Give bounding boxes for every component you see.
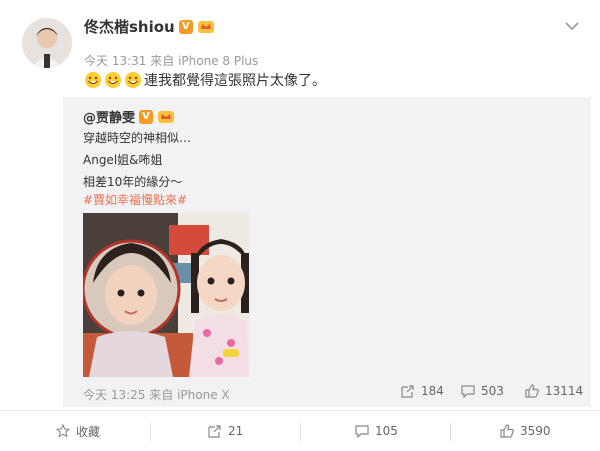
repost-comment-count: 503: [481, 384, 504, 398]
action-bar: 收藏 21 105 3590: [0, 410, 600, 451]
verified-icon: V: [139, 109, 154, 124]
author-name[interactable]: 佟杰楷shiou: [84, 16, 175, 37]
comment-icon: [461, 385, 475, 398]
share-count: 21: [228, 424, 244, 438]
divider: [150, 423, 151, 441]
like-icon: [525, 384, 539, 398]
divider: [300, 423, 301, 441]
like-button[interactable]: 3590: [500, 411, 551, 451]
share-icon: [208, 425, 221, 438]
repost-author-row: @贾静雯 V: [83, 107, 175, 126]
repost-time[interactable]: 今天 13:25: [83, 388, 145, 402]
repost-photo[interactable]: [83, 213, 249, 377]
repost-like-count: 13114: [545, 384, 584, 398]
crown-icon: [158, 110, 175, 123]
reposted-content[interactable]: @贾静雯 V 穿越時空的神相似… Angel姐&咘姐 相差10年的緣分～ #賈如…: [63, 97, 591, 407]
smile-emoji-icon: [125, 72, 141, 88]
repost-text-line: Angel姐&咘姐: [83, 153, 163, 167]
smile-emoji-icon: [105, 72, 121, 88]
repost-share-count: 184: [421, 384, 444, 398]
post-meta: 今天 13:31 来自 iPhone 8 Plus: [84, 52, 258, 69]
chevron-down-icon[interactable]: [562, 16, 582, 36]
repost-hashtag[interactable]: #賈如幸福慢點來#: [83, 191, 187, 208]
comment-button[interactable]: 105: [355, 411, 398, 451]
repost-share-stat[interactable]: 184: [401, 384, 444, 398]
share-button[interactable]: 21: [208, 411, 243, 451]
crown-icon: [197, 20, 214, 33]
comment-count: 105: [375, 424, 398, 438]
favorite-button[interactable]: 收藏: [56, 411, 100, 451]
share-icon: [401, 385, 414, 398]
post-text: 連我都覺得這張照片太像了。: [144, 73, 326, 89]
post-text-row: 連我都覺得這張照片太像了。: [84, 70, 326, 90]
weibo-post-card: 佟杰楷shiou V 今天 13:31 来自 iPhone 8 Plus 連我都…: [0, 0, 600, 451]
comment-icon: [355, 425, 369, 438]
author-avatar[interactable]: [22, 18, 72, 68]
smile-emoji-icon: [85, 72, 101, 88]
source-device: iPhone X: [177, 388, 230, 402]
source-prefix: 来自: [150, 54, 175, 68]
repost-text-line: 穿越時空的神相似…: [83, 131, 192, 145]
source-prefix: 来自: [149, 388, 174, 402]
star-icon: [56, 424, 70, 438]
verified-icon: V: [178, 19, 193, 34]
repost-author-name[interactable]: @贾静雯: [83, 107, 135, 126]
repost-meta: 今天 13:25 来自 iPhone X: [83, 386, 230, 403]
author-name-row: 佟杰楷shiou V: [84, 16, 215, 37]
favorite-label: 收藏: [76, 424, 101, 439]
repost-like-stat[interactable]: 13114: [525, 384, 583, 398]
repost-comment-stat[interactable]: 503: [461, 384, 504, 398]
like-count: 3590: [520, 424, 551, 438]
post-time[interactable]: 今天 13:31: [84, 54, 146, 68]
divider: [450, 423, 451, 441]
source-device: iPhone 8 Plus: [178, 54, 259, 68]
like-icon: [500, 424, 514, 438]
repost-text-line: 相差10年的緣分～: [83, 175, 183, 189]
